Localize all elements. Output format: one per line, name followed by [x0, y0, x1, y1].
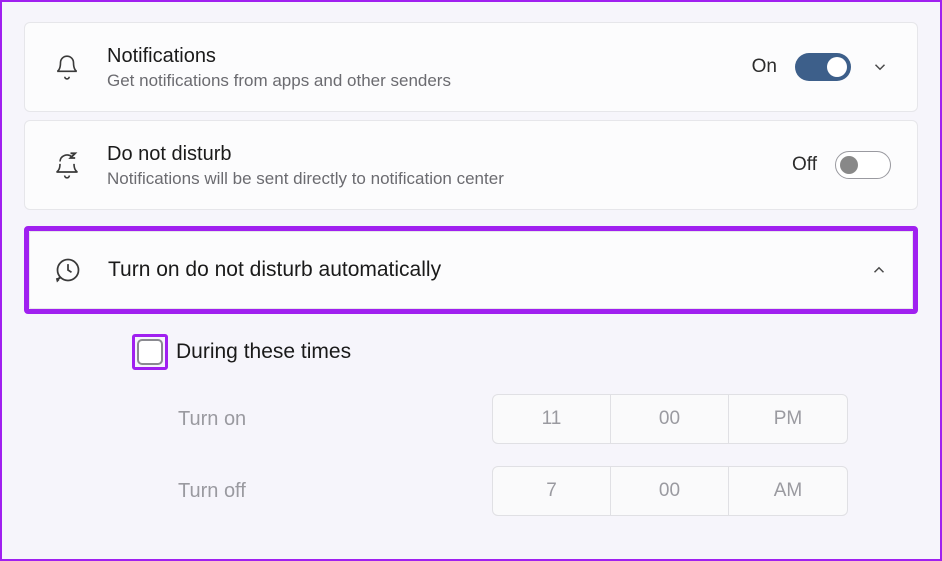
auto-dnd-highlight: Turn on do not disturb automatically	[24, 226, 918, 314]
notifications-toggle[interactable]	[795, 53, 851, 81]
turn-on-label: Turn on	[132, 408, 492, 431]
dnd-card[interactable]: Do not disturb Notifications will be sen…	[24, 120, 918, 210]
notifications-state-label: On	[752, 56, 777, 78]
turn-on-ampm[interactable]: PM	[729, 395, 847, 443]
turn-on-minute[interactable]: 00	[611, 395, 729, 443]
notifications-text: Notifications Get notifications from app…	[107, 43, 752, 91]
notifications-title: Notifications	[107, 43, 752, 69]
turn-off-row: Turn off 7 00 AM	[132, 466, 918, 516]
during-times-label: During these times	[176, 340, 351, 364]
turn-off-hour[interactable]: 7	[493, 467, 611, 515]
auto-dnd-title: Turn on do not disturb automatically	[108, 256, 868, 283]
dnd-title: Do not disturb	[107, 141, 792, 167]
turn-off-ampm[interactable]: AM	[729, 467, 847, 515]
auto-dnd-text: Turn on do not disturb automatically	[108, 256, 868, 283]
notifications-card[interactable]: Notifications Get notifications from app…	[24, 22, 918, 112]
notifications-subtitle: Get notifications from apps and other se…	[107, 71, 752, 91]
turn-off-time-picker[interactable]: 7 00 AM	[492, 466, 848, 516]
clock-auto-icon	[52, 256, 84, 284]
checkbox-highlight	[132, 334, 168, 370]
auto-dnd-options: During these times Turn on 11 00 PM Turn…	[24, 320, 918, 516]
dnd-state-label: Off	[792, 154, 817, 176]
bell-icon	[51, 54, 83, 80]
chevron-up-icon[interactable]	[868, 259, 890, 281]
auto-dnd-card[interactable]: Turn on do not disturb automatically	[29, 231, 913, 309]
turn-on-hour[interactable]: 11	[493, 395, 611, 443]
dnd-subtitle: Notifications will be sent directly to n…	[107, 169, 792, 189]
chevron-down-icon[interactable]	[869, 56, 891, 78]
bell-snooze-icon	[51, 151, 83, 179]
turn-on-time-picker[interactable]: 11 00 PM	[492, 394, 848, 444]
during-times-row: During these times	[132, 334, 918, 370]
during-times-checkbox[interactable]	[137, 339, 163, 365]
turn-off-label: Turn off	[132, 480, 492, 503]
dnd-text: Do not disturb Notifications will be sen…	[107, 141, 792, 189]
dnd-toggle[interactable]	[835, 151, 891, 179]
turn-on-row: Turn on 11 00 PM	[132, 394, 918, 444]
turn-off-minute[interactable]: 00	[611, 467, 729, 515]
